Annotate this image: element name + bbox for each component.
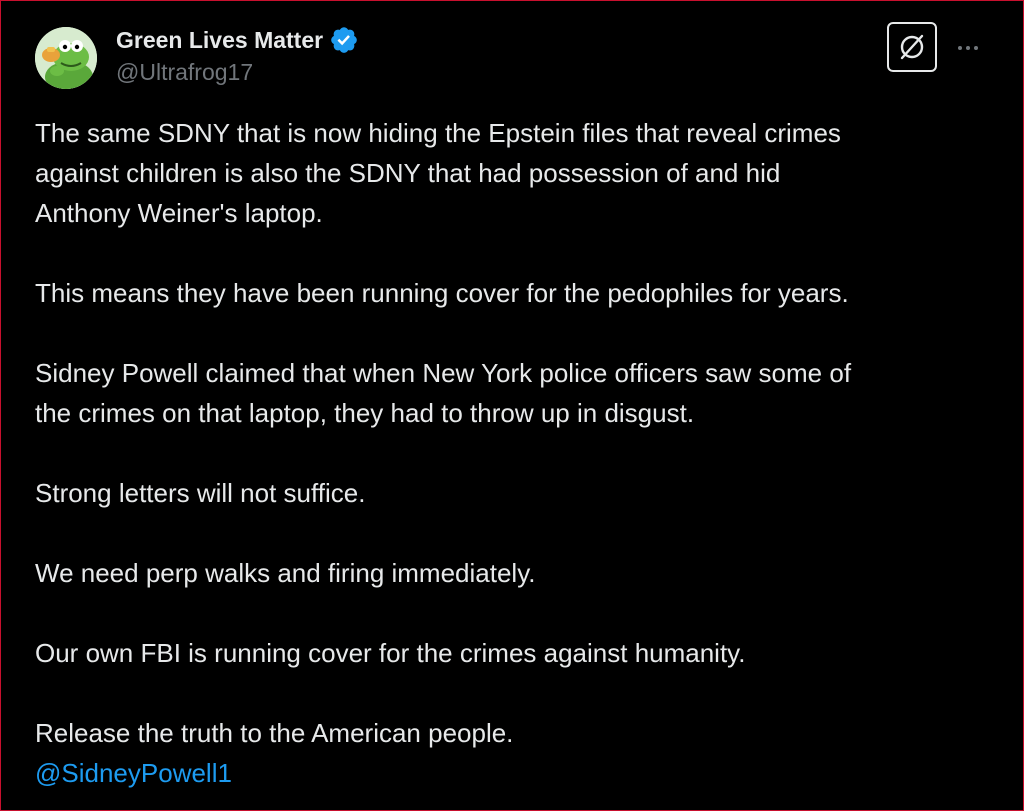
post-text: The same SDNY that is now hiding the Eps… <box>35 113 995 793</box>
more-options-button[interactable] <box>953 33 983 63</box>
post-card: Green Lives Matter @Ultrafrog17 The same… <box>0 0 1024 811</box>
author-display-name-text: Green Lives Matter <box>116 26 324 53</box>
frog-drinking-tea-avatar-icon <box>35 27 97 89</box>
post-paragraph: We need perp walks and firing immediatel… <box>35 553 995 593</box>
grok-slash-circle-icon <box>900 34 924 60</box>
post-line: The same SDNY that is now hiding the Eps… <box>35 118 841 148</box>
more-ellipsis-icon-dot <box>974 46 978 50</box>
post-paragraph: Strong letters will not suffice. <box>35 473 995 513</box>
author-display-name[interactable]: Green Lives Matter <box>116 25 359 55</box>
more-ellipsis-icon-dot <box>966 46 970 50</box>
post-line: the crimes on that laptop, they had to t… <box>35 398 695 428</box>
post-line: Release the truth to the American people… <box>35 718 514 748</box>
author-avatar[interactable] <box>35 27 97 89</box>
verified-badge-icon[interactable] <box>329 25 359 55</box>
grok-button[interactable] <box>887 22 937 72</box>
post-paragraph: The same SDNY that is now hiding the Eps… <box>35 113 995 233</box>
post-paragraph: Our own FBI is running cover for the cri… <box>35 633 995 673</box>
post-line: Sidney Powell claimed that when New York… <box>35 358 852 388</box>
post-line: against children is also the SDNY that h… <box>35 158 781 188</box>
post-line: Strong letters will not suffice. <box>35 478 366 508</box>
mention-link[interactable]: @SidneyPowell1 <box>35 753 995 793</box>
post-paragraph: This means they have been running cover … <box>35 273 995 313</box>
post-line: We need perp walks and firing immediatel… <box>35 558 536 588</box>
post-paragraph: Release the truth to the American people… <box>35 713 995 793</box>
post-paragraph: Sidney Powell claimed that when New York… <box>35 353 995 433</box>
more-ellipsis-icon-dot <box>958 46 962 50</box>
post-line: Our own FBI is running cover for the cri… <box>35 638 746 668</box>
author-handle[interactable]: @Ultrafrog17 <box>116 59 253 86</box>
post-line: Anthony Weiner's laptop. <box>35 198 323 228</box>
post-line: This means they have been running cover … <box>35 278 849 308</box>
